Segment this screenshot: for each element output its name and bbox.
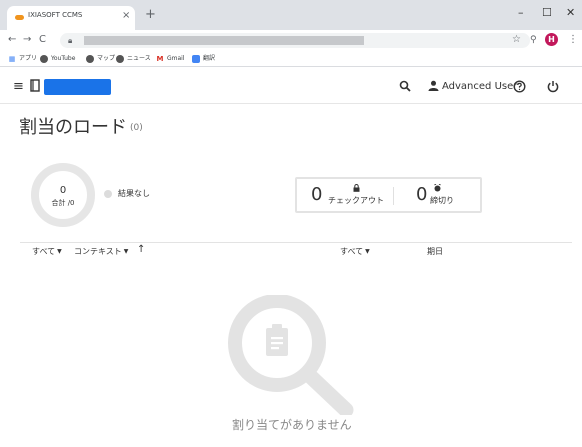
- filter-all-label: すべて: [32, 247, 56, 256]
- app-logo[interactable]: [44, 79, 111, 95]
- assignment-donut-chart: 0 合計 /0: [31, 163, 95, 227]
- filter-status-label: すべて: [340, 247, 364, 256]
- due-date-column[interactable]: 期日: [427, 247, 443, 257]
- tab-title: IXIASOFT CCMS: [28, 11, 83, 19]
- secure-lock-icon: 🔒︎: [68, 36, 73, 45]
- assignment-count: (0): [130, 123, 143, 133]
- filter-bar: すべて ▼ コンテキスト ▼ ↑ すべて ▼ 期日: [20, 242, 572, 260]
- caret-down-icon: ▼: [123, 248, 129, 255]
- bookmark-maps[interactable]: マップ: [86, 54, 115, 64]
- page-title: 割当のロード (0): [19, 117, 143, 139]
- translate-icon: [192, 54, 200, 63]
- bookmark-translate[interactable]: 翻訳: [192, 54, 215, 64]
- reload-button[interactable]: C: [39, 34, 46, 46]
- back-button[interactable]: ←: [8, 34, 16, 46]
- bookmark-star-icon[interactable]: ☆: [512, 34, 521, 46]
- hamburger-menu-icon[interactable]: ≡: [13, 79, 24, 95]
- donut-value: 0: [59, 185, 67, 196]
- browser-titlebar: IXIASOFT CCMS × + – ☐ ✕: [0, 0, 582, 30]
- checkout-label: チェックアウト: [328, 196, 384, 205]
- bookmark-label: YouTube: [51, 55, 76, 62]
- globe-icon: [116, 54, 124, 63]
- user-name: Advanced User: [442, 81, 518, 92]
- user-menu-button[interactable]: Advanced User: [428, 80, 517, 94]
- deadline-label: 締切り: [430, 196, 454, 205]
- profile-avatar[interactable]: H: [545, 33, 558, 46]
- app-toolbar: ≡ Advanced User: [0, 70, 582, 104]
- power-icon[interactable]: [547, 80, 559, 98]
- apps-grid-icon: ▦: [8, 54, 16, 63]
- legend-label: 結果なし: [118, 189, 150, 198]
- bookmark-label: Gmail: [167, 55, 185, 62]
- globe-icon: [40, 54, 48, 63]
- filter-status-dropdown[interactable]: すべて ▼: [340, 247, 370, 257]
- caret-down-icon: ▼: [57, 248, 62, 255]
- browser-address-bar: ← → C 🔒︎ ☆ ⚲ H ⋮: [0, 30, 582, 51]
- checkout-count: 0: [311, 184, 323, 205]
- donut-total: 合計 /0: [51, 199, 75, 207]
- browser-menu-icon[interactable]: ⋮: [568, 34, 578, 46]
- password-key-icon[interactable]: ⚲: [530, 34, 537, 46]
- bookmark-label: 翻訳: [203, 55, 216, 62]
- new-tab-button[interactable]: +: [145, 8, 156, 22]
- filter-all-dropdown[interactable]: すべて ▼: [32, 247, 62, 257]
- book-icon[interactable]: [30, 79, 41, 97]
- forward-button[interactable]: →: [23, 34, 31, 46]
- bookmark-label: ニュース: [127, 55, 151, 62]
- bookmark-label: アプリ: [19, 55, 38, 62]
- bookmarks-bar: ▦ アプリ YouTube マップ ニュース M Gmail 翻訳: [0, 51, 582, 67]
- filter-context-dropdown[interactable]: コンテキスト ▼: [74, 247, 128, 257]
- filter-context-label: コンテキスト: [74, 247, 122, 256]
- close-window-button[interactable]: ✕: [566, 7, 575, 19]
- stats-card: 0 チェックアウト 0 締切り: [295, 177, 482, 213]
- empty-search-icon: [228, 295, 354, 415]
- gmail-icon: M: [156, 54, 164, 63]
- site-favicon-icon: [15, 15, 24, 20]
- alarm-icon: [434, 183, 441, 194]
- search-icon[interactable]: [399, 80, 411, 97]
- page-title-text: 割当のロード: [19, 117, 127, 138]
- globe-icon: [86, 54, 94, 63]
- user-icon: [428, 80, 439, 91]
- bookmark-youtube[interactable]: YouTube: [40, 54, 75, 64]
- bookmark-label: マップ: [97, 55, 116, 62]
- stat-separator: [393, 187, 394, 205]
- browser-tab[interactable]: IXIASOFT CCMS ×: [7, 6, 135, 30]
- sort-ascending-icon[interactable]: ↑: [137, 245, 145, 255]
- redacted-url: [84, 36, 364, 45]
- minimize-button[interactable]: –: [518, 7, 524, 19]
- help-icon[interactable]: [513, 80, 526, 98]
- caret-down-icon: ▼: [365, 248, 370, 255]
- url-input[interactable]: 🔒︎: [60, 33, 530, 48]
- lock-icon: [353, 184, 360, 194]
- maximize-button[interactable]: ☐: [542, 7, 552, 19]
- legend-dot: [104, 190, 112, 198]
- empty-state-message: 割り当てがありません: [232, 418, 352, 432]
- tab-close-icon[interactable]: ×: [122, 10, 130, 21]
- bookmark-gmail[interactable]: M Gmail: [156, 54, 185, 64]
- deadline-count: 0: [416, 184, 428, 205]
- bookmark-apps[interactable]: ▦ アプリ: [8, 54, 37, 64]
- bookmark-news[interactable]: ニュース: [116, 54, 151, 64]
